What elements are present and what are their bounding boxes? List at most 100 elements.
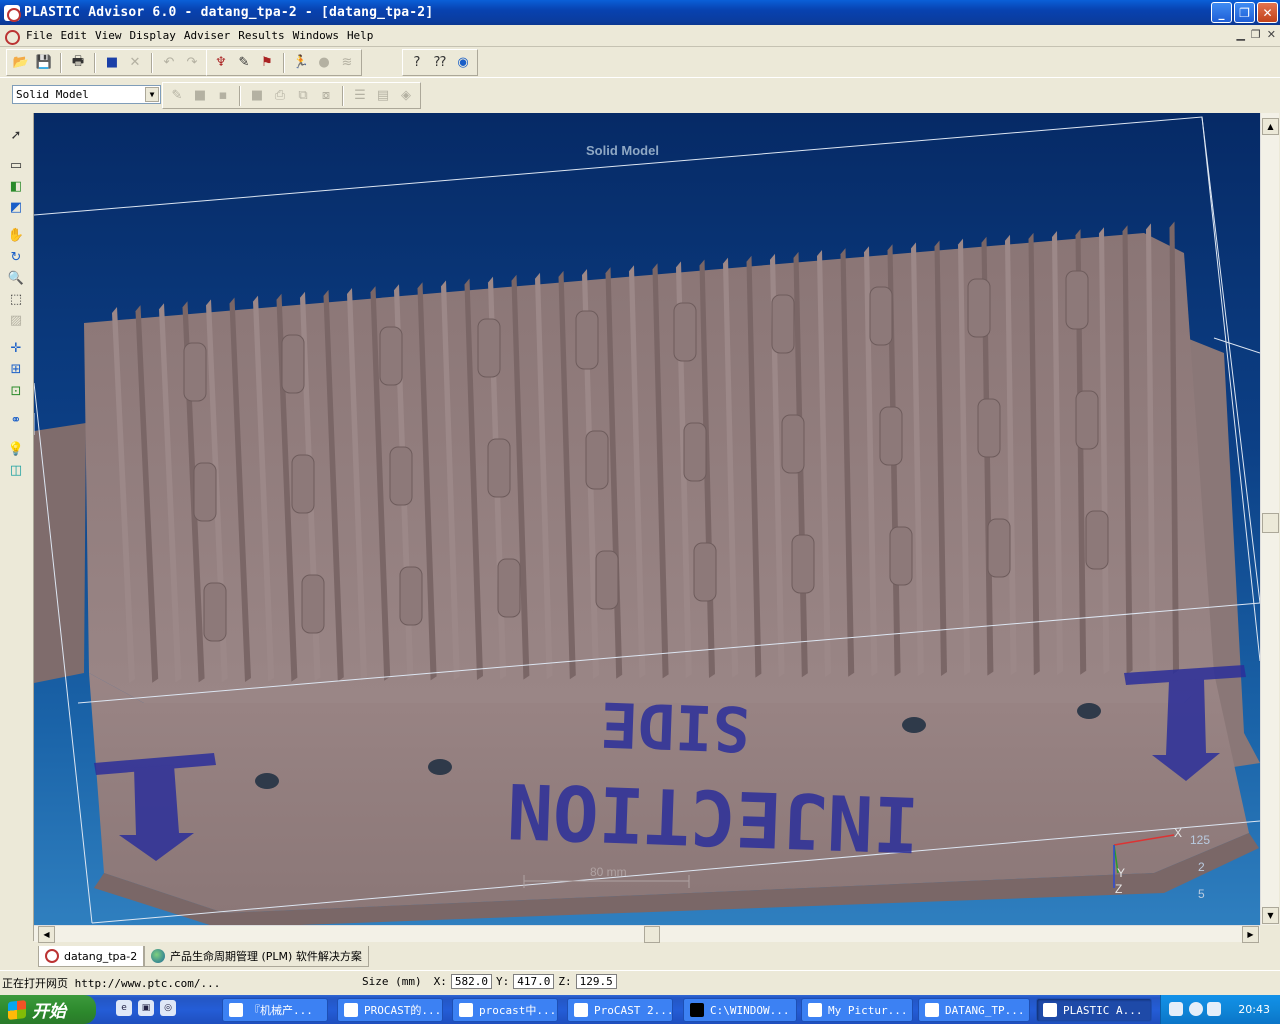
menu-file[interactable]: File (26, 29, 59, 42)
views-icon[interactable]: ⊞ (6, 359, 26, 379)
camera-icon[interactable]: ■ (102, 53, 122, 73)
task-button-1[interactable]: 『机械产... (222, 998, 328, 1022)
vertical-scroll-thumb[interactable] (1262, 513, 1279, 533)
small-box-icon[interactable]: ▪ (213, 86, 233, 106)
tab-plm-web[interactable]: 产品生命周期管理 (PLM) 软件解决方案 (144, 946, 369, 967)
boss-post (477, 318, 501, 378)
app-icon[interactable] (4, 4, 21, 22)
task-button-7[interactable]: DATANG_TP... (918, 998, 1030, 1022)
close-button[interactable]: ✕ (1257, 2, 1278, 23)
boss-post (203, 582, 227, 642)
select-pointer-icon[interactable]: ➚ (6, 125, 26, 145)
ie-icon[interactable]: e (116, 1000, 132, 1016)
results-stack-icon[interactable]: ≋ (337, 53, 357, 73)
scroll-up-button[interactable]: ▲ (1262, 118, 1279, 135)
capture-icon[interactable]: ⧇ (316, 86, 336, 106)
print-icon[interactable]: 🖶 (68, 53, 88, 73)
injection-location-icon[interactable]: ♆ (211, 53, 231, 73)
vertical-scrollbar[interactable]: ▲ ▼ (1260, 113, 1279, 925)
mdi-restore-button[interactable]: ❐ (1251, 28, 1261, 41)
media-icon[interactable]: ◎ (160, 1000, 176, 1016)
tray-volume-icon[interactable] (1207, 1002, 1221, 1016)
context-help-icon[interactable]: ⁇ (430, 53, 450, 73)
solid-box-icon[interactable]: ■ (190, 86, 210, 106)
display-mode-select[interactable]: Solid Model ▼ (12, 85, 161, 104)
pan-hand-icon[interactable]: ✋ (6, 225, 26, 245)
menu-edit[interactable]: Edit (61, 29, 94, 42)
undo-icon[interactable]: ↶ (159, 53, 179, 73)
edit-display-icon[interactable]: ✎ (167, 86, 187, 106)
axis-y-label: Y (1117, 866, 1126, 880)
mdi-minimize-button[interactable]: ▁ (1236, 28, 1244, 41)
menu-view[interactable]: View (95, 29, 128, 42)
display-mode-value: Solid Model (16, 88, 89, 101)
shade-icon[interactable]: ■ (247, 86, 267, 106)
layers-icon[interactable]: ◈ (396, 86, 416, 106)
task-button-5[interactable]: C:\WINDOW... (683, 998, 797, 1022)
report-icon[interactable]: ☰ (350, 86, 370, 106)
compare-icon[interactable]: ⧉ (293, 86, 313, 106)
redo-icon[interactable]: ↷ (182, 53, 202, 73)
boss-post (595, 550, 619, 610)
help-icon[interactable]: ? (407, 53, 427, 73)
zoom-fit-icon[interactable]: ▨ (6, 310, 26, 330)
status-message: 正在打开网页 http://www.ptc.com/... (2, 977, 221, 990)
cube-icon[interactable]: ◧ (6, 176, 26, 196)
document-icon[interactable] (4, 28, 20, 45)
task-button-8[interactable]: PLASTIC A... (1036, 998, 1152, 1022)
print-preview-icon[interactable]: ⎙ (270, 86, 290, 106)
sink-marks-icon[interactable]: ⚑ (257, 53, 277, 73)
run-analysis-icon[interactable]: 🏃 (291, 53, 311, 73)
menu-windows[interactable]: Windows (293, 29, 345, 42)
task-button-6[interactable]: My Pictur... (801, 998, 913, 1022)
menu-help[interactable]: Help (347, 29, 380, 42)
solid-model-canvas[interactable]: SIDE INJECTION (34, 113, 1260, 925)
center-icon[interactable]: ✛ (6, 338, 26, 358)
section-icon[interactable]: ◩ (6, 197, 26, 217)
zoom-icon[interactable]: 🔍 (6, 268, 26, 288)
measure-icon[interactable]: ▭ (6, 155, 26, 175)
gate-tool-icon[interactable]: ✎ (234, 53, 254, 73)
task-label: My Pictur... (828, 1003, 908, 1017)
delete-icon[interactable]: ✕ (125, 53, 145, 73)
horizontal-scroll-thumb[interactable] (644, 926, 660, 943)
fit-view-icon[interactable]: ⊡ (6, 381, 26, 401)
app-launch-icon[interactable]: ▣ (138, 1000, 154, 1016)
task-label: PLASTIC A... (1063, 1003, 1143, 1017)
task-button-4[interactable]: ProCAST 2... (567, 998, 673, 1022)
rotate-icon[interactable]: ↻ (6, 247, 26, 267)
mdi-close-button[interactable]: ✕ (1267, 28, 1276, 41)
web-help-icon[interactable]: ◉ (453, 53, 473, 73)
task-button-2[interactable]: PROCAST的... (337, 998, 443, 1022)
stop-analysis-icon[interactable]: ● (314, 53, 334, 73)
horizontal-scrollbar[interactable]: ◀ ▶ (34, 925, 1260, 943)
display-tools-group: ✎ ■ ▪ ■ ⎙ ⧉ ⧇ ☰ ▤ ◈ (162, 82, 421, 109)
tab-datang-tpa-2[interactable]: datang_tpa-2 (38, 946, 145, 967)
tray-network-icon[interactable] (1189, 1002, 1203, 1016)
minimize-button[interactable]: _ (1211, 2, 1232, 23)
save-icon[interactable]: 💾 (34, 53, 54, 73)
menu-results[interactable]: Results (238, 29, 290, 42)
scroll-down-button[interactable]: ▼ (1262, 907, 1279, 924)
boss-post (487, 438, 511, 498)
task-button-3[interactable]: procast中... (452, 998, 558, 1022)
window-title: PLASTIC Advisor 6.0 - datang_tpa-2 - [da… (24, 5, 434, 20)
link-icon[interactable]: ⚭ (6, 410, 26, 430)
scroll-left-button[interactable]: ◀ (38, 926, 55, 943)
chevron-down-icon[interactable]: ▼ (145, 87, 159, 102)
scroll-right-button[interactable]: ▶ (1242, 926, 1259, 943)
windows-logo-icon (8, 1000, 26, 1020)
iso-view-icon[interactable]: ◫ (6, 460, 26, 480)
help-toolbar-group: ? ⁇ ◉ (402, 49, 478, 76)
tray-app-icon[interactable] (1169, 1002, 1183, 1016)
restore-button[interactable]: ❐ (1234, 2, 1255, 23)
window-controls: _ ❐ ✕ (1211, 2, 1278, 23)
menu-adviser[interactable]: Adviser (184, 29, 236, 42)
table-icon[interactable]: ▤ (373, 86, 393, 106)
light-bulb-icon[interactable]: 💡 (6, 439, 26, 459)
menu-display[interactable]: Display (130, 29, 182, 42)
open-folder-icon[interactable]: 📂 (11, 53, 31, 73)
zoom-window-icon[interactable]: ⬚ (6, 289, 26, 309)
model-viewport[interactable]: SIDE INJECTION Solid Model 80 mm X Y Z 1… (34, 113, 1260, 925)
start-button[interactable]: 开始 (0, 995, 96, 1024)
